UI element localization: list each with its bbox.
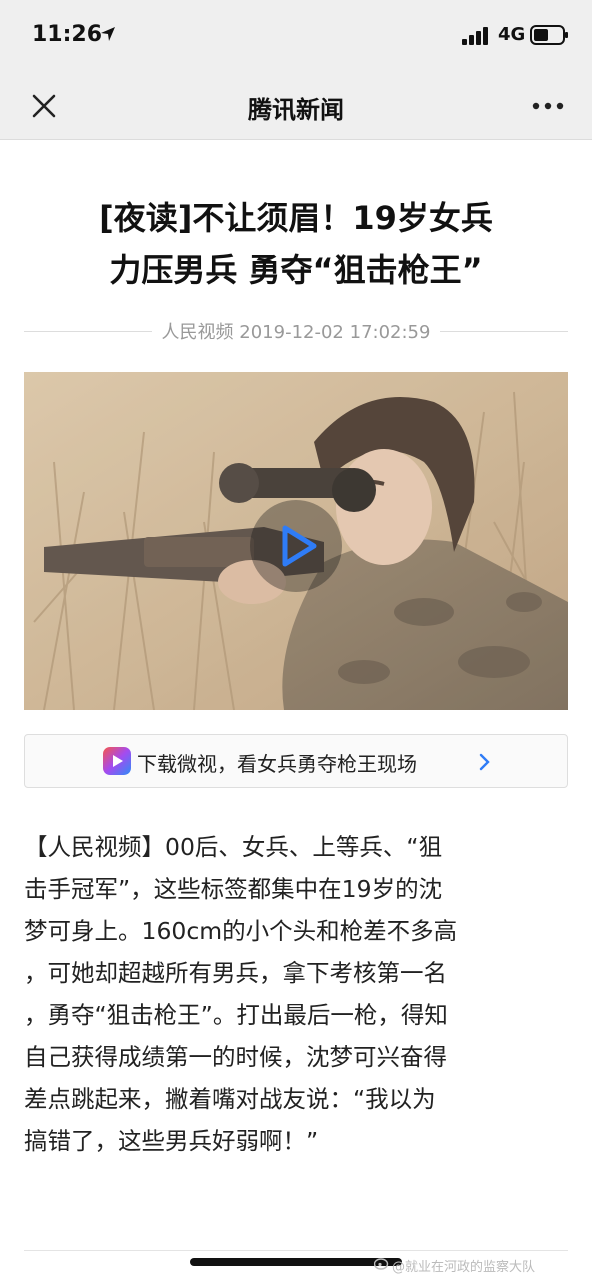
signal-icon xyxy=(462,27,488,45)
nav-bar: 腾讯新闻 xyxy=(0,72,592,140)
status-bar: 11:26 4G xyxy=(0,0,592,72)
status-time: 11:26 xyxy=(32,22,103,47)
article-datetime: 2019-12-02 17:02:59 xyxy=(239,322,431,343)
meta-text: 人民视频 2019-12-02 17:02:59 xyxy=(152,318,441,344)
meta-divider-right xyxy=(440,330,568,332)
home-indicator[interactable] xyxy=(190,1258,402,1266)
download-weishi-banner[interactable]: 下载微视，看女兵勇夺枪王现场 xyxy=(24,734,568,788)
nav-title: 腾讯新闻 xyxy=(248,96,344,124)
battery-icon xyxy=(530,25,568,45)
bottom-divider xyxy=(24,1250,568,1251)
article-title: [夜读]不让须眉！19岁女兵 力压男兵 勇夺“狙击枪王” xyxy=(40,192,552,296)
article-title-line-2: 力压男兵 勇夺“狙击枪王” xyxy=(109,251,483,289)
weishi-app-icon xyxy=(103,747,131,775)
close-icon[interactable] xyxy=(30,92,58,120)
article-body: 【人民视频】00后、女兵、上等兵、“狙 击手冠军”，这些标签都集中在19岁的沈 … xyxy=(24,833,458,1155)
weibo-icon xyxy=(374,1258,389,1270)
article-source: 人民视频 xyxy=(161,322,234,343)
banner-text: 下载微视，看女兵勇夺枪王现场 xyxy=(137,752,417,776)
article-title-line-1: [夜读]不让须眉！19岁女兵 xyxy=(99,199,493,237)
play-icon[interactable] xyxy=(248,498,344,594)
network-type: 4G xyxy=(498,24,526,45)
more-icon[interactable] xyxy=(530,94,566,118)
watermark: @就业在河政的监察大队 xyxy=(392,1260,536,1275)
location-arrow-icon xyxy=(101,27,115,41)
chevron-right-icon xyxy=(479,753,490,771)
meta-divider-left xyxy=(24,330,152,332)
article-meta: 人民视频 2019-12-02 17:02:59 xyxy=(24,316,568,346)
